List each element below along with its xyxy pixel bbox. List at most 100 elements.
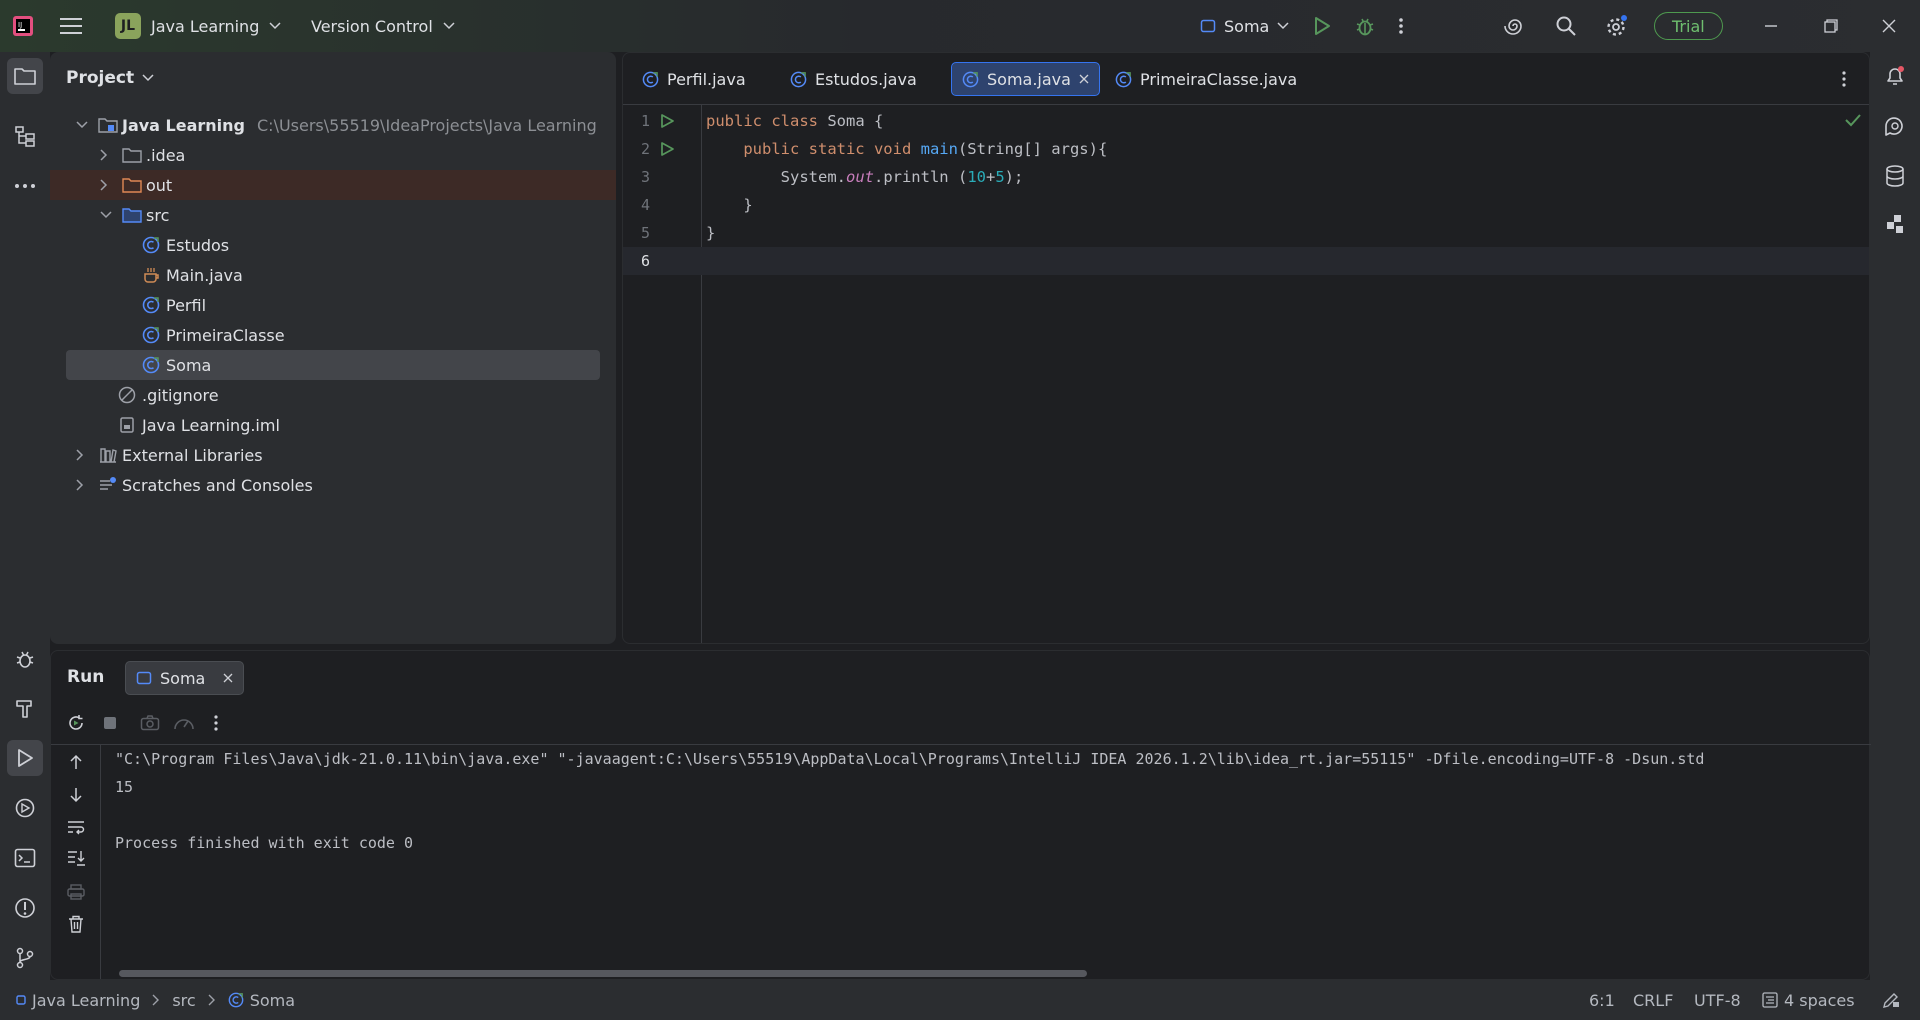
debug-tool-button[interactable] bbox=[7, 641, 43, 677]
more-actions-button[interactable] bbox=[1398, 0, 1404, 52]
caret-position[interactable]: 6:1 bbox=[1589, 980, 1615, 1020]
status-bar: Java Learning src Soma 6:1 CRLF UTF-8 4 … bbox=[0, 980, 1920, 1020]
minimize-icon bbox=[1765, 25, 1777, 27]
horizontal-scrollbar[interactable] bbox=[119, 970, 1087, 977]
scroll-up-button[interactable] bbox=[61, 747, 91, 777]
run-panel-title: Run bbox=[67, 667, 105, 687]
tree-item-primeiraclasse[interactable]: PrimeiraClasse bbox=[66, 320, 600, 350]
tab-label: Perfil.java bbox=[667, 69, 746, 89]
code-line[interactable]: 1 public class Soma { bbox=[623, 107, 1869, 135]
tree-item-project-root[interactable]: Java Learning C:\Users\55519\IdeaProject… bbox=[66, 110, 600, 140]
build-tool-button[interactable] bbox=[7, 690, 43, 726]
tree-item-src[interactable]: src bbox=[66, 200, 600, 230]
tree-item-out[interactable]: out bbox=[50, 170, 616, 200]
search-button[interactable] bbox=[1555, 0, 1577, 52]
console-output[interactable]: "C:\Program Files\Java\jdk-21.0.11\bin\j… bbox=[115, 745, 1870, 955]
project-panel-header[interactable]: Project bbox=[66, 68, 154, 88]
structure-tool-button[interactable] bbox=[7, 118, 43, 154]
project-tool-button[interactable] bbox=[7, 58, 43, 94]
scratches-icon bbox=[100, 477, 116, 490]
tab-estudos-java[interactable]: Estudos.java bbox=[780, 62, 927, 96]
breadcrumb-file[interactable]: Soma bbox=[228, 991, 295, 1010]
rerun-button[interactable] bbox=[61, 701, 91, 745]
tree-item-estudos[interactable]: Estudos bbox=[66, 230, 600, 260]
code-line[interactable]: 5 } bbox=[623, 219, 1869, 247]
code-line[interactable]: 2 public static void main(String[] args)… bbox=[623, 135, 1869, 163]
minimize-button[interactable] bbox=[1764, 0, 1778, 52]
tree-item-main-java[interactable]: Main.java bbox=[66, 260, 600, 290]
project-switcher[interactable]: JL Java Learning bbox=[115, 0, 281, 52]
right-tool-strip bbox=[1870, 52, 1920, 980]
code-line-current[interactable]: 6 bbox=[623, 247, 1869, 275]
print-button[interactable] bbox=[61, 877, 91, 907]
terminal-icon bbox=[14, 848, 36, 868]
tab-perfil-java[interactable]: Perfil.java bbox=[632, 62, 756, 96]
scroll-to-end-button[interactable] bbox=[61, 843, 91, 873]
git-tool-button[interactable] bbox=[7, 940, 43, 976]
run-gutter-icon[interactable] bbox=[659, 113, 675, 129]
profiler-button[interactable] bbox=[169, 701, 199, 745]
tab-soma-java[interactable]: Soma.java bbox=[951, 62, 1100, 96]
trial-badge[interactable]: Trial bbox=[1654, 0, 1723, 52]
tab-primeiraclasse-java[interactable]: PrimeiraClasse.java bbox=[1105, 62, 1307, 96]
excluded-folder-icon bbox=[122, 178, 142, 193]
run-button[interactable] bbox=[1312, 0, 1332, 52]
version-control-menu[interactable]: Version Control bbox=[311, 0, 455, 52]
tree-item-perfil[interactable]: Perfil bbox=[66, 290, 600, 320]
clear-console-button[interactable] bbox=[61, 909, 91, 939]
breadcrumb-src[interactable]: src bbox=[172, 991, 195, 1010]
indent-setting[interactable]: 4 spaces bbox=[1762, 980, 1855, 1020]
bug-icon bbox=[16, 651, 34, 668]
code-line[interactable]: 3 System.out.println (10+5); bbox=[623, 163, 1869, 191]
terminal-tool-button[interactable] bbox=[7, 840, 43, 876]
plugins-button[interactable] bbox=[1877, 206, 1913, 242]
play-icon bbox=[661, 114, 674, 128]
indent-icon bbox=[1762, 992, 1778, 1008]
settings-button[interactable] bbox=[1605, 0, 1629, 52]
code-editor: Perfil.java Estudos.java Soma.java Prime… bbox=[622, 52, 1870, 644]
run-tool-button[interactable] bbox=[7, 740, 43, 776]
dump-threads-button[interactable] bbox=[135, 701, 165, 745]
search-icon bbox=[1556, 16, 1576, 36]
ai-assistant-button[interactable] bbox=[1504, 0, 1526, 52]
notifications-button[interactable] bbox=[1877, 58, 1913, 94]
vcs-label: Version Control bbox=[311, 16, 433, 36]
tree-item-external-libraries[interactable]: External Libraries bbox=[66, 440, 600, 470]
main-menu-button[interactable] bbox=[60, 0, 82, 52]
code-line[interactable]: 4 } bbox=[623, 191, 1869, 219]
tree-item-scratches[interactable]: Scratches and Consoles bbox=[66, 470, 600, 500]
run-config-selector[interactable]: Soma bbox=[1200, 0, 1289, 52]
tab-label: Soma.java bbox=[987, 69, 1071, 89]
close-window-button[interactable] bbox=[1882, 0, 1896, 52]
services-tool-button[interactable] bbox=[7, 790, 43, 826]
run-tab-soma[interactable]: Soma bbox=[125, 661, 245, 695]
debug-button[interactable] bbox=[1354, 0, 1376, 52]
tree-item-label: Soma bbox=[166, 355, 212, 375]
ai-chat-button[interactable] bbox=[1877, 108, 1913, 144]
tab-options-button[interactable] bbox=[1841, 70, 1847, 88]
breadcrumb-project[interactable]: Java Learning bbox=[16, 991, 140, 1010]
tree-item-idea[interactable]: .idea bbox=[66, 140, 600, 170]
problems-tool-button[interactable] bbox=[7, 890, 43, 926]
line-separator[interactable]: CRLF bbox=[1633, 980, 1673, 1020]
close-tab-icon[interactable] bbox=[223, 673, 233, 683]
tree-item-label: Main.java bbox=[166, 265, 243, 285]
more-tools-button[interactable] bbox=[7, 168, 43, 204]
stop-button[interactable] bbox=[95, 701, 125, 745]
line-number: 6 bbox=[640, 252, 650, 270]
run-more-button[interactable] bbox=[201, 701, 231, 745]
file-encoding[interactable]: UTF-8 bbox=[1694, 980, 1741, 1020]
title-bar: IJ JL Java Learning Version Control Soma… bbox=[0, 0, 1920, 52]
tree-item-iml[interactable]: Java Learning.iml bbox=[66, 410, 600, 440]
scroll-down-button[interactable] bbox=[61, 780, 91, 810]
soft-wrap-button[interactable] bbox=[61, 812, 91, 842]
restore-button[interactable] bbox=[1824, 0, 1838, 52]
tree-item-gitignore[interactable]: .gitignore bbox=[66, 380, 600, 410]
run-tab-label: Soma bbox=[160, 668, 206, 688]
run-gutter-icon[interactable] bbox=[659, 141, 675, 157]
readonly-toggle[interactable] bbox=[1882, 980, 1900, 1020]
project-panel-title: Project bbox=[66, 68, 135, 88]
close-tab-icon[interactable] bbox=[1079, 74, 1089, 84]
tree-item-soma[interactable]: Soma bbox=[66, 350, 600, 380]
database-button[interactable] bbox=[1877, 158, 1913, 194]
